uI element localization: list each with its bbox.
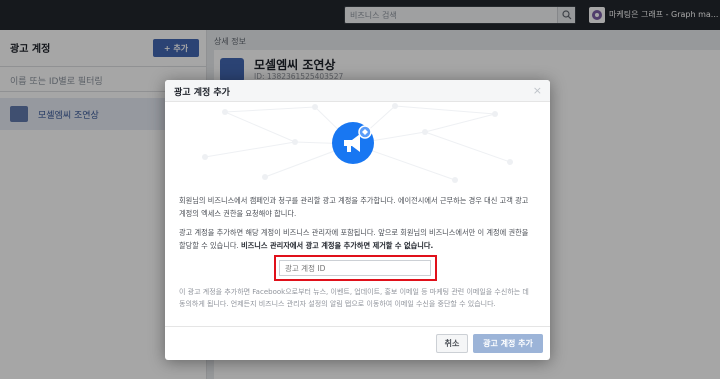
- dialog-warning-text: 광고 계정을 추가하면 해당 계정이 비즈니스 관리자에 포함됩니다. 앞으로 …: [179, 226, 537, 252]
- dialog-header: 광고 계정 추가 ×: [165, 80, 550, 102]
- cancel-button[interactable]: 취소: [436, 334, 468, 353]
- add-ad-account-button[interactable]: 광고 계정 추가: [473, 334, 543, 353]
- close-icon[interactable]: ×: [533, 84, 542, 97]
- warning-text-bold: 비즈니스 관리자에서 광고 계정을 추가하면 제거할 수 없습니다.: [241, 241, 434, 250]
- dialog-description: 회원님의 비즈니스에서 캠페인과 청구를 관리할 광고 계정을 추가합니다. 에…: [179, 196, 529, 218]
- email-consent-text: 이 광고 계정을 추가하면 Facebook으로부터 뉴스, 이벤트, 업데이트…: [179, 288, 529, 308]
- add-ad-account-dialog: 광고 계정 추가 × 회원님의 비즈니스에서 캠페인과 청구를 관리할 광고 계…: [165, 80, 550, 360]
- dialog-title: 광고 계정 추가: [174, 88, 230, 98]
- dialog-footer: 취소 광고 계정 추가: [165, 326, 550, 360]
- megaphone-icon: [332, 122, 374, 164]
- input-highlight-box: [274, 255, 437, 281]
